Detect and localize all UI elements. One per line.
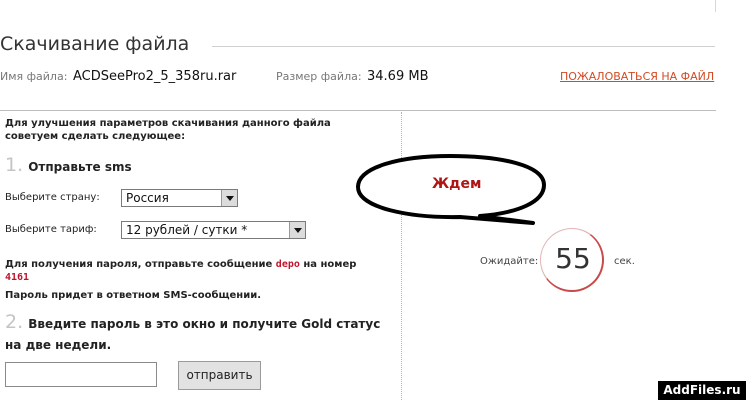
step-2-number: 2. — [5, 311, 24, 333]
password-input[interactable] — [5, 362, 157, 387]
step-2-text: Введите пароль в это окно и получите Gol… — [28, 317, 381, 331]
file-name-value: ACDSeePro2_5_358ru.rar — [73, 69, 237, 84]
page-title: Скачивание файла — [0, 33, 190, 55]
sms-note: Пароль придет в ответном SMS-сообщении. — [5, 290, 262, 301]
intro-line: Для улучшения параметров скачивания данн… — [5, 118, 331, 129]
step-1-number: 1. — [5, 154, 24, 176]
sms-number: 4161 — [5, 272, 30, 283]
sms-text: на номер — [303, 259, 357, 270]
bubble-text: Ждем — [432, 176, 482, 192]
country-select-value: Россия — [126, 191, 169, 205]
top-border — [0, 0, 716, 12]
file-name-label: Имя файла: — [0, 70, 68, 83]
tariff-label: Выберите тариф: — [5, 224, 97, 235]
step-1-heading: 1. Отправьте sms — [5, 154, 132, 176]
file-size-value: 34.69 MB — [367, 69, 429, 84]
tariff-select-value: 12 рублей / сутки * — [126, 223, 248, 237]
intro-line: советуем сделать следующее: — [5, 131, 186, 142]
sms-instructions: Для получения пароля, отправьте сообщени… — [5, 258, 375, 284]
file-size-label: Размер файла: — [276, 70, 362, 83]
watermark: AddFiles.ru — [658, 381, 746, 400]
step-1-text: Отправьте sms — [28, 160, 132, 174]
section-divider — [0, 110, 716, 111]
sms-text: Для получения пароля, отправьте сообщени… — [5, 259, 273, 270]
sms-code: depo — [275, 259, 300, 270]
chevron-down-icon[interactable] — [289, 222, 305, 238]
wait-label: Ожидайте: — [480, 256, 539, 267]
report-file-link[interactable]: ПОЖАЛОВАТЬСЯ НА ФАЙЛ — [560, 70, 714, 83]
submit-button[interactable]: отправить — [178, 361, 261, 390]
chevron-down-icon[interactable] — [221, 190, 237, 206]
country-select[interactable]: Россия — [121, 189, 238, 207]
country-label: Выберите страну: — [5, 192, 100, 203]
countdown-value: 55 — [555, 242, 591, 275]
step-2-text-line2: на две недели. — [5, 338, 112, 352]
tariff-select[interactable]: 12 рублей / сутки * — [121, 221, 306, 239]
step-2-heading: 2. Введите пароль в это окно и получите … — [5, 313, 380, 355]
intro-text: Для улучшения параметров скачивания данн… — [5, 117, 365, 143]
title-divider — [212, 46, 715, 47]
seconds-label: сек. — [614, 256, 635, 267]
